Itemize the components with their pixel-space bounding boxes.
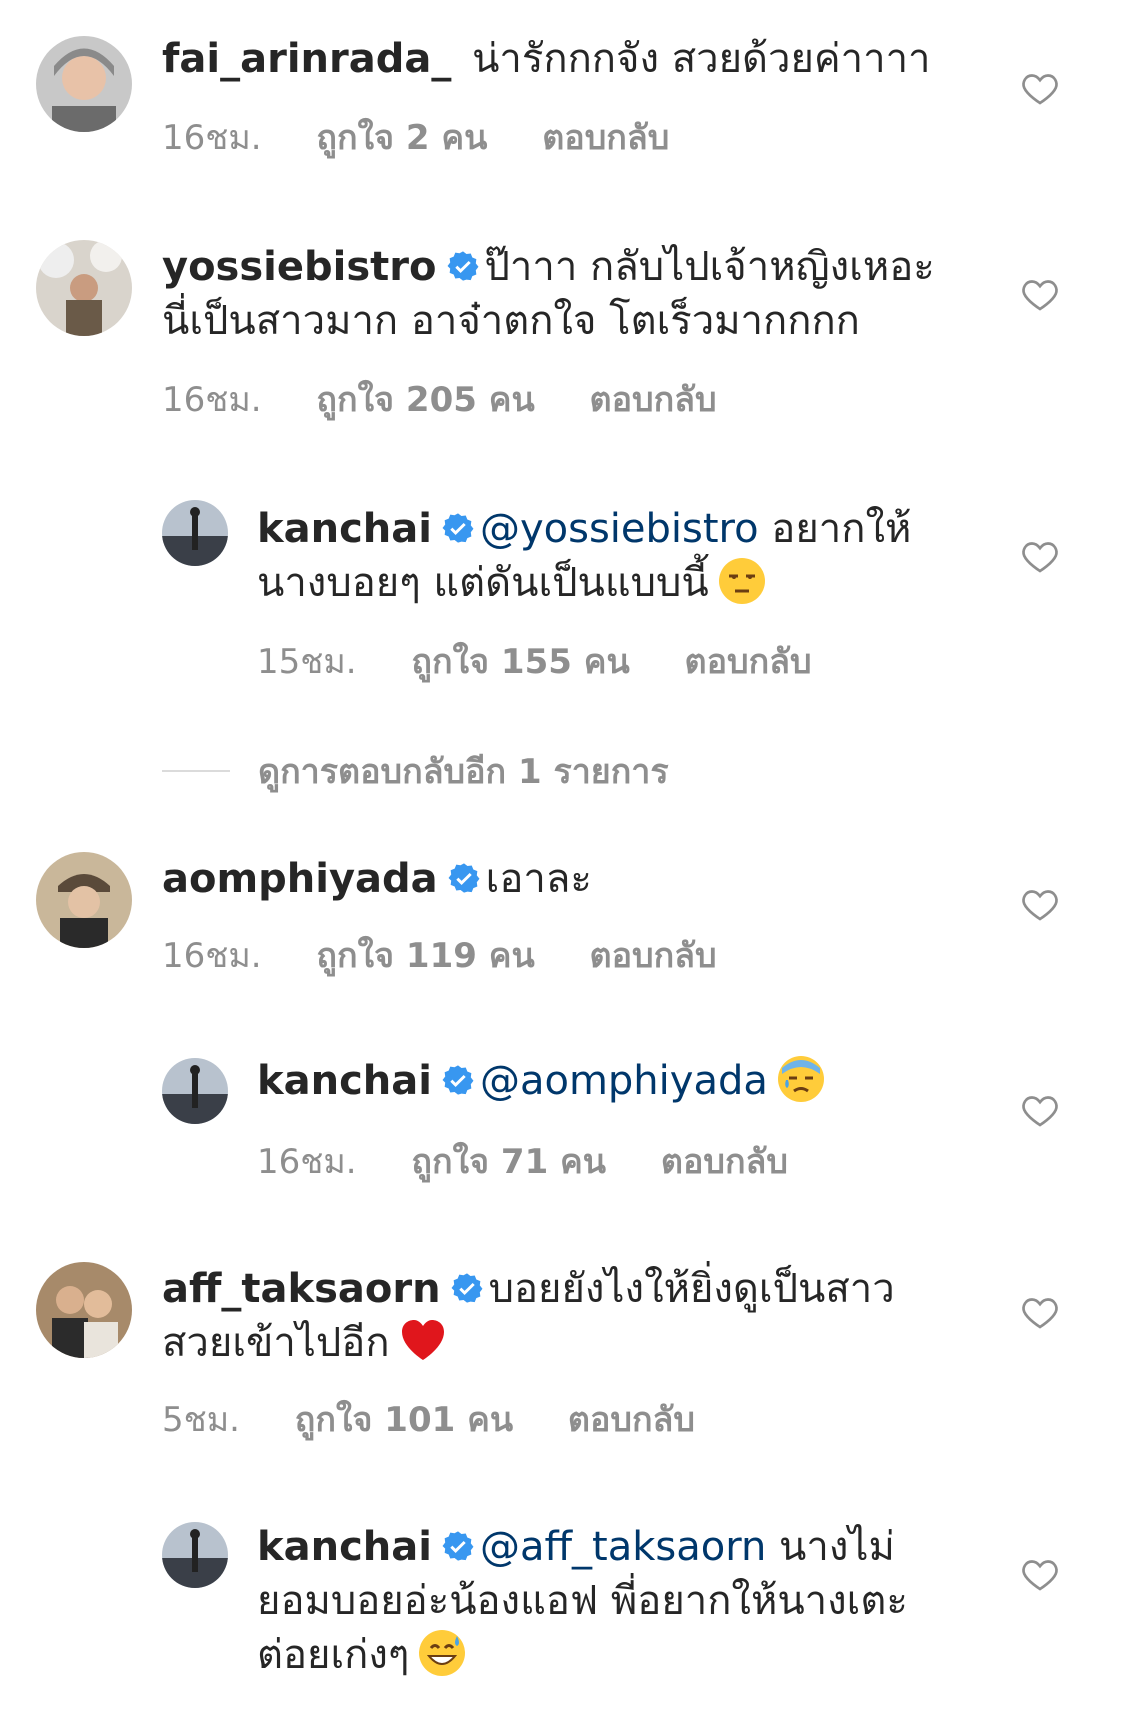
avatar[interactable] (162, 1522, 228, 1588)
heart-icon[interactable] (1020, 68, 1060, 108)
reply-button[interactable]: ตอบกลับ (542, 118, 669, 158)
likes-count[interactable]: ถูกใจ 71 คน (411, 1142, 606, 1182)
avatar[interactable] (36, 1262, 132, 1358)
reply-button[interactable]: ตอบกลับ (685, 642, 812, 682)
red-heart-icon (398, 1316, 448, 1366)
timestamp: 16ชม. (257, 1142, 357, 1182)
verified-badge-icon (442, 512, 474, 544)
comment-body: kanchai @aff_taksaorn นางไม่ยอมบอยอ่ะน้อง… (257, 1520, 957, 1682)
comment-meta: 16ชม. ถูกใจ 71 คน ตอบกลับ (257, 1134, 832, 1188)
comment-body: kanchai @yossiebistro อยากให้นางบอยๆ แต่ด… (257, 502, 957, 610)
heart-icon[interactable] (1020, 274, 1060, 314)
reply-button[interactable]: ตอบกลับ (590, 380, 717, 420)
username[interactable]: kanchai (257, 1058, 432, 1104)
mention-link[interactable]: @yossiebistro (480, 506, 759, 552)
avatar[interactable] (162, 1058, 228, 1124)
username[interactable]: kanchai (257, 506, 432, 552)
downcast-sweat-face-icon (776, 1054, 826, 1104)
comment-body: yossiebistro ป๊าาา กลับไปเจ้าหญิงเหอะ นี่… (162, 240, 962, 348)
heart-icon[interactable] (1020, 884, 1060, 924)
likes-count[interactable]: ถูกใจ 2 คน (316, 118, 487, 158)
verified-badge-icon (451, 1272, 483, 1304)
timestamp: 15ชม. (257, 642, 357, 682)
timestamp: 16ชม. (162, 380, 262, 420)
verified-badge-icon (442, 1530, 474, 1562)
heart-icon[interactable] (1020, 1554, 1060, 1594)
timestamp: 16ชม. (162, 118, 262, 158)
likes-count[interactable]: ถูกใจ 205 คน (316, 380, 534, 420)
username[interactable]: yossiebistro (162, 244, 437, 290)
comment-text: เอาละ (485, 856, 592, 902)
comment-meta: 5ชม. ถูกใจ 101 คน ตอบกลับ (162, 1392, 739, 1446)
mention-link[interactable]: @aomphiyada (480, 1058, 768, 1104)
timestamp: 5ชม. (162, 1400, 240, 1440)
view-more-label: ดูการตอบกลับอีก 1 รายการ (258, 752, 669, 792)
comment-meta: 16ชม. ถูกใจ 119 คน ตอบกลับ (162, 928, 761, 982)
heart-icon[interactable] (1020, 1090, 1060, 1130)
heart-icon[interactable] (1020, 536, 1060, 576)
comment-body: aff_taksaorn บอยยังไงให้ยิ่งดูเป็นสาวสวยเ… (162, 1262, 962, 1370)
avatar[interactable] (36, 36, 132, 132)
comment-meta: 16ชม. ถูกใจ 2 คน ตอบกลับ (162, 110, 713, 164)
avatar[interactable] (162, 500, 228, 566)
verified-badge-icon (447, 250, 479, 282)
verified-badge-icon (448, 862, 480, 894)
reply-button[interactable]: ตอบกลับ (590, 936, 717, 976)
mention-link[interactable]: @aff_taksaorn (480, 1524, 766, 1570)
comment-body: aomphiyada เอาละ (162, 852, 962, 906)
heart-icon[interactable] (1020, 1292, 1060, 1332)
reply-button[interactable]: ตอบกลับ (661, 1142, 788, 1182)
comment-meta: 15ชม. ถูกใจ 155 คน ตอบกลับ (257, 634, 856, 688)
username[interactable]: aff_taksaorn (162, 1266, 441, 1312)
likes-count[interactable]: ถูกใจ 155 คน (411, 642, 629, 682)
likes-count[interactable]: ถูกใจ 101 คน (295, 1400, 513, 1440)
grinning-sweat-face-icon (417, 1628, 467, 1678)
timestamp: 16ชม. (162, 936, 262, 976)
username[interactable]: aomphiyada (162, 856, 438, 902)
view-more-replies-button[interactable]: ดูการตอบกลับอีก 1 รายการ (162, 744, 669, 798)
verified-badge-icon (442, 1064, 474, 1096)
avatar[interactable] (36, 240, 132, 336)
reply-button[interactable]: ตอบกลับ (568, 1400, 695, 1440)
comment-text: น่ารักกกจัง สวยด้วยค่าาาา (472, 36, 931, 82)
unamused-face-icon (717, 556, 767, 606)
username[interactable]: fai_arinrada_ (162, 36, 451, 82)
likes-count[interactable]: ถูกใจ 119 คน (316, 936, 534, 976)
username[interactable]: kanchai (257, 1524, 432, 1570)
avatar[interactable] (36, 852, 132, 948)
comment-body: fai_arinrada_ น่ารักกกจัง สวยด้วยค่าาาา (162, 32, 962, 86)
comment-body: kanchai @aomphiyada (257, 1054, 957, 1108)
divider-line (162, 770, 230, 772)
comment-meta: 16ชม. ถูกใจ 205 คน ตอบกลับ (162, 372, 761, 426)
